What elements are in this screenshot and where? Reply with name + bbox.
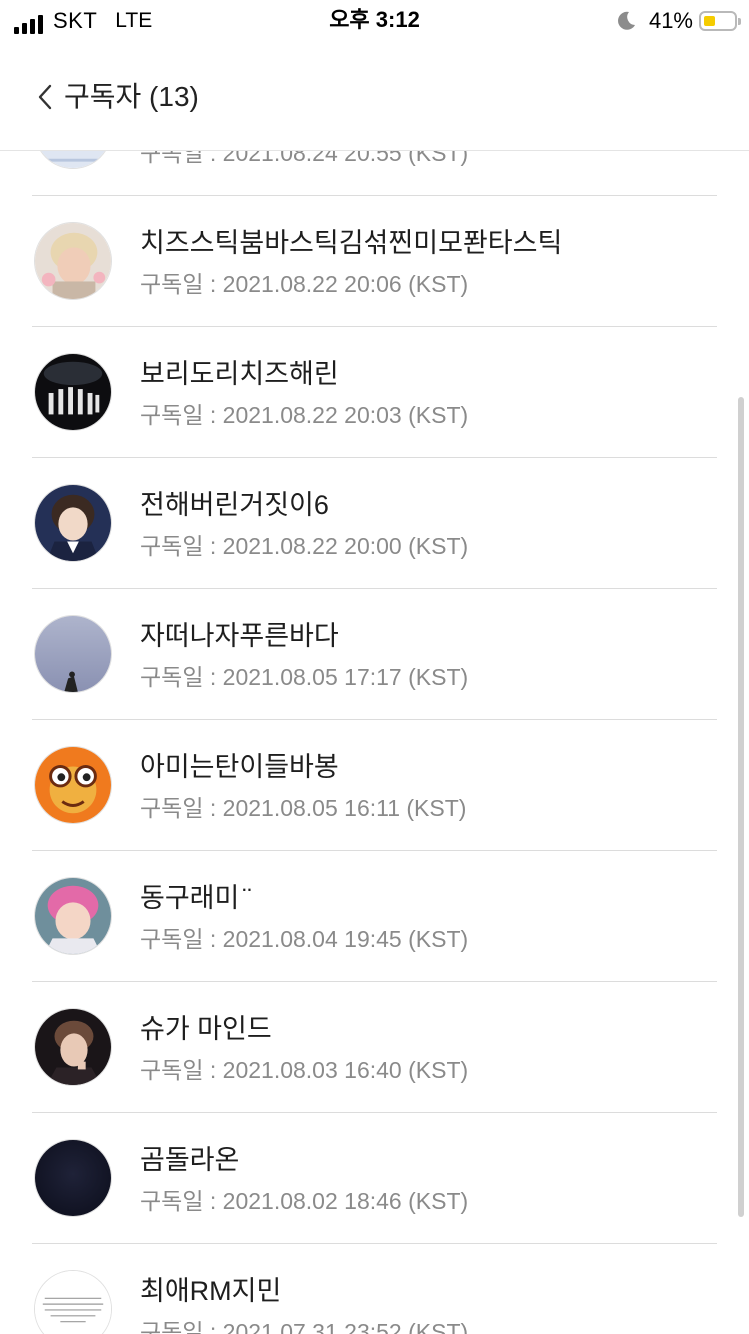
avatar[interactable] <box>34 484 112 562</box>
status-right: 41% <box>615 8 741 34</box>
subscriber-row[interactable]: 구독일 : 2021.08.24 20:55 (KST) <box>32 151 717 196</box>
avatar[interactable] <box>34 746 112 824</box>
subscriber-row[interactable]: 보리도리치즈해린구독일 : 2021.08.22 20:03 (KST) <box>32 327 717 458</box>
subscriber-row[interactable]: 슈가 마인드구독일 : 2021.08.03 16:40 (KST) <box>32 982 717 1113</box>
moon-icon <box>618 11 635 30</box>
subscriber-row[interactable]: 아미는탄이들바봉구독일 : 2021.08.05 16:11 (KST) <box>32 720 717 851</box>
subscriber-row[interactable]: 전해버린거짓이6 구독일 : 2021.08.22 20:00 (KST) <box>32 458 717 589</box>
chevron-left-icon[interactable] <box>34 82 56 112</box>
subscriber-row[interactable]: 치즈스틱붐바스틱김섞찐미모퐌타스틱구독일 : 2021.08.22 20:06 … <box>32 196 717 327</box>
status-bar: SKT LTE 오후 3:12 41% <box>0 0 749 42</box>
subscriber-name[interactable]: 자떠나자푸른바다 <box>140 619 339 653</box>
subscriber-name[interactable]: 슈가 마인드 <box>140 1012 272 1046</box>
subscriber-name[interactable]: 최애RM지민 <box>140 1274 281 1308</box>
subscriber-row[interactable]: 동구래미 ̈ 구독일 : 2021.08.04 19:45 (KST) <box>32 851 717 982</box>
subscribe-date: 구독일 : 2021.08.24 20:55 (KST) <box>140 151 469 166</box>
subscribe-date: 구독일 : 2021.08.03 16:40 (KST) <box>140 1057 469 1083</box>
avatar[interactable] <box>34 877 112 955</box>
subscriber-name[interactable]: 보리도리치즈해린 <box>140 357 339 391</box>
subscriber-name[interactable]: 곰돌라온 <box>140 1143 239 1177</box>
subscriber-name[interactable]: 동구래미 ̈ <box>140 881 247 915</box>
subscriber-list[interactable]: 구독일 : 2021.08.24 20:55 (KST) 치즈스틱붐바스틱김섞찐미… <box>0 151 749 1334</box>
page-header: 구독자 (13) <box>0 42 749 151</box>
avatar[interactable] <box>34 222 112 300</box>
battery-level-fill <box>704 16 715 26</box>
avatar[interactable] <box>34 353 112 431</box>
avatar[interactable] <box>34 1139 112 1217</box>
scrollbar[interactable] <box>738 397 744 1217</box>
subscribe-date: 구독일 : 2021.08.04 19:45 (KST) <box>140 926 469 952</box>
subscribe-date: 구독일 : 2021.08.05 16:11 (KST) <box>140 795 467 821</box>
subscribe-date: 구독일 : 2021.08.22 20:03 (KST) <box>140 402 469 428</box>
subscriber-row[interactable]: 곰돌라온구독일 : 2021.08.02 18:46 (KST) <box>32 1113 717 1244</box>
subscribe-date: 구독일 : 2021.07.31 23:52 (KST) <box>140 1319 469 1334</box>
subscribe-date: 구독일 : 2021.08.22 20:06 (KST) <box>140 271 469 297</box>
avatar[interactable] <box>34 1270 112 1334</box>
subscriber-name[interactable]: 치즈스틱붐바스틱김섞찐미모퐌타스틱 <box>140 226 562 260</box>
subscriber-name[interactable]: 아미는탄이들바봉 <box>140 750 339 784</box>
subscriber-row[interactable]: 자떠나자푸른바다구독일 : 2021.08.05 17:17 (KST) <box>32 589 717 720</box>
subscribe-date: 구독일 : 2021.08.05 17:17 (KST) <box>140 664 469 690</box>
page-title: 구독자 (13) <box>64 81 199 112</box>
subscribe-date: 구독일 : 2021.08.02 18:46 (KST) <box>140 1188 469 1214</box>
subscribe-date: 구독일 : 2021.08.22 20:00 (KST) <box>140 533 469 559</box>
avatar[interactable] <box>34 151 112 169</box>
battery-percent: 41% <box>648 8 693 33</box>
avatar[interactable] <box>34 615 112 693</box>
subscriber-name[interactable]: 전해버린거짓이6 <box>140 488 329 522</box>
avatar[interactable] <box>34 1008 112 1086</box>
battery-icon <box>699 11 741 31</box>
subscriber-row[interactable]: 최애RM지민구독일 : 2021.07.31 23:52 (KST) <box>32 1244 717 1334</box>
